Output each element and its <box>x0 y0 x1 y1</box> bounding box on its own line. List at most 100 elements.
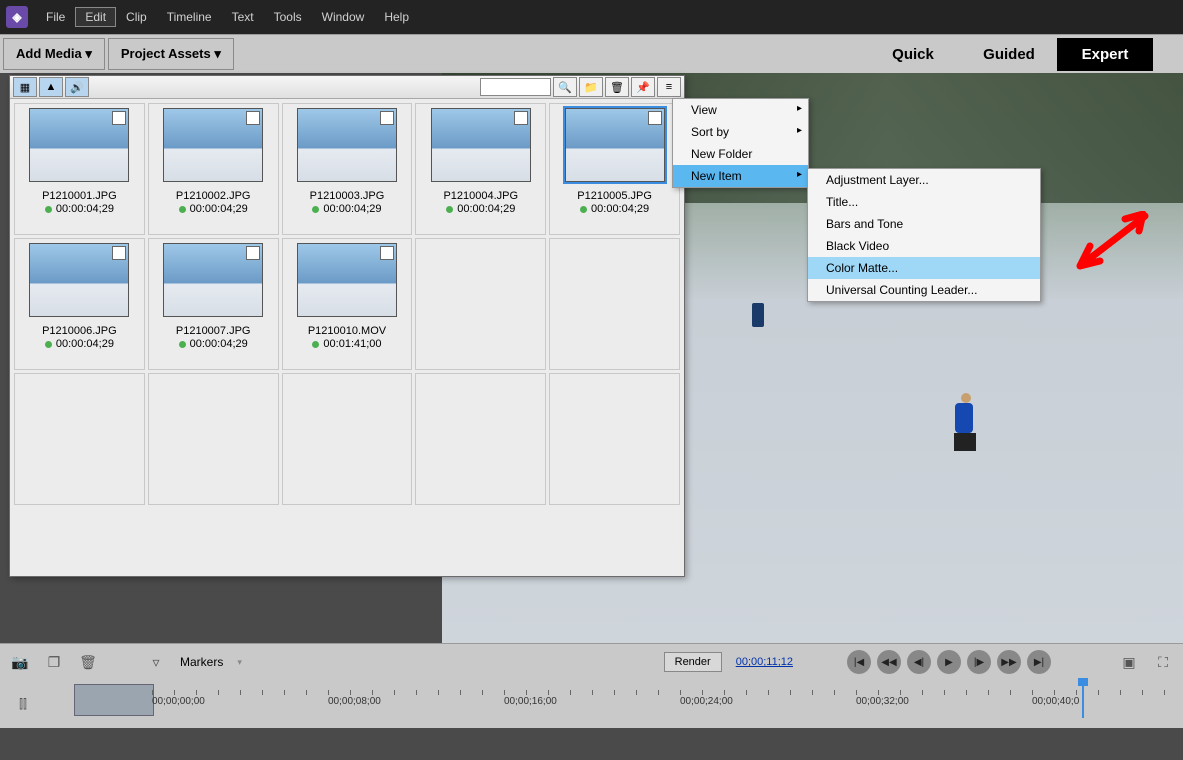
assets-toolbar: ▦ ▲ 🔊 🔍 📁 🗑 📌 ≡ <box>10 76 684 99</box>
filter-audio-icon[interactable]: 🔊 <box>65 77 89 97</box>
filter-video-icon[interactable]: ▦ <box>13 77 37 97</box>
timeline-ruler[interactable]: 00;00;00;0000;00;08;0000;00;16;0000;00;2… <box>152 680 1183 718</box>
goto-start-button[interactable]: |◀ <box>847 650 871 674</box>
ctx-bars-and-tone[interactable]: Bars and Tone <box>808 213 1040 235</box>
status-dot <box>45 206 52 213</box>
thumbnail[interactable] <box>297 108 397 182</box>
status-dot <box>179 206 186 213</box>
step-forward-button[interactable]: |▶ <box>967 650 991 674</box>
asset-item[interactable]: P1210007.JPG00:00:04;29 <box>148 238 279 370</box>
camera-icon[interactable]: 📷 <box>10 653 30 671</box>
thumbnail[interactable] <box>565 108 665 182</box>
ctx-black-video[interactable]: Black Video <box>808 235 1040 257</box>
preview-figure <box>752 303 764 327</box>
fullscreen-icon[interactable]: ⛶ <box>1153 653 1173 671</box>
ctx-sort-by[interactable]: Sort by <box>673 121 808 143</box>
step-back-button[interactable]: ◀| <box>907 650 931 674</box>
menu-window[interactable]: Window <box>312 7 375 27</box>
asset-empty <box>549 373 680 505</box>
timeline-clip[interactable] <box>74 684 154 716</box>
asset-name: P1210005.JPG <box>577 190 652 202</box>
asset-empty <box>549 238 680 370</box>
asset-duration: 00:00:04;29 <box>45 338 114 350</box>
markers-label[interactable]: Markers <box>180 655 223 669</box>
asset-name: P1210006.JPG <box>42 325 117 337</box>
tab-guided[interactable]: Guided <box>961 38 1057 71</box>
rewind-button[interactable]: ◀◀ <box>877 650 901 674</box>
asset-name: P1210002.JPG <box>176 190 251 202</box>
trash-icon[interactable]: 🗑 <box>78 653 98 671</box>
asset-item[interactable]: P1210005.JPG00:00:04;29 <box>549 103 680 235</box>
asset-item[interactable]: P1210001.JPG00:00:04;29 <box>14 103 145 235</box>
play-button[interactable]: ▶ <box>937 650 961 674</box>
context-menu: View Sort by New Folder New Item <box>672 98 809 188</box>
panel-menu-icon[interactable]: ≡ <box>657 77 681 97</box>
tab-quick[interactable]: Quick <box>865 38 961 71</box>
project-assets-button[interactable]: Project Assets ▾ <box>108 38 234 70</box>
menu-timeline[interactable]: Timeline <box>157 7 222 27</box>
tab-expert[interactable]: Expert <box>1057 38 1153 71</box>
annotation-arrow <box>1065 211 1155 281</box>
timeline-zoom-icon[interactable]: ⫿⫿ <box>10 693 36 715</box>
ruler-label: 00;00;32;00 <box>856 696 909 707</box>
playhead[interactable] <box>1082 680 1084 718</box>
menu-text[interactable]: Text <box>222 7 264 27</box>
menu-file[interactable]: File <box>36 7 75 27</box>
ctx-title[interactable]: Title... <box>808 191 1040 213</box>
status-dot <box>179 341 186 348</box>
assets-grid: P1210001.JPG00:00:04;29P1210002.JPG00:00… <box>10 99 684 577</box>
menu-tools[interactable]: Tools <box>264 7 312 27</box>
status-dot <box>45 341 52 348</box>
asset-duration: 00:00:04;29 <box>312 203 381 215</box>
ctx-adjustment-layer[interactable]: Adjustment Layer... <box>808 169 1040 191</box>
status-dot <box>312 206 319 213</box>
folder-icon[interactable]: 📁 <box>579 77 603 97</box>
asset-empty <box>415 238 546 370</box>
trash-icon[interactable]: 🗑 <box>605 77 629 97</box>
menu-help[interactable]: Help <box>374 7 419 27</box>
status-dot <box>580 206 587 213</box>
ruler-label: 00;00;08;00 <box>328 696 381 707</box>
asset-item[interactable]: P1210004.JPG00:00:04;29 <box>415 103 546 235</box>
status-dot <box>446 206 453 213</box>
ctx-universal-counting-leader[interactable]: Universal Counting Leader... <box>808 279 1040 301</box>
search-input[interactable] <box>480 78 551 96</box>
menu-edit[interactable]: Edit <box>75 7 116 27</box>
titlebar: ◈ File Edit Clip Timeline Text Tools Win… <box>0 0 1183 34</box>
thumbnail[interactable] <box>163 243 263 317</box>
timecode[interactable]: 00;00;11;12 <box>736 656 793 668</box>
pin-icon[interactable]: 📌 <box>631 77 655 97</box>
search-icon[interactable]: 🔍 <box>553 77 577 97</box>
thumbnail[interactable] <box>163 108 263 182</box>
menu-clip[interactable]: Clip <box>116 7 157 27</box>
fast-forward-button[interactable]: ▶▶ <box>997 650 1021 674</box>
thumbnail[interactable] <box>297 243 397 317</box>
goto-end-button[interactable]: ▶| <box>1027 650 1051 674</box>
asset-item[interactable]: P1210006.JPG00:00:04;29 <box>14 238 145 370</box>
project-assets-panel: ▦ ▲ 🔊 🔍 📁 🗑 📌 ≡ P1210001.JPG00:00:04;29P… <box>9 75 685 577</box>
status-dot <box>312 341 319 348</box>
ruler-label: 00;00;00;00 <box>152 696 205 707</box>
asset-empty <box>282 373 413 505</box>
asset-item[interactable]: P1210010.MOV00:01:41;00 <box>282 238 413 370</box>
thumbnail[interactable] <box>29 243 129 317</box>
ruler-label: 00;00;16;00 <box>504 696 557 707</box>
markers-icon[interactable]: ▿ <box>146 653 166 671</box>
render-button[interactable]: Render <box>664 652 722 672</box>
asset-item[interactable]: P1210002.JPG00:00:04;29 <box>148 103 279 235</box>
ctx-new-item[interactable]: New Item <box>673 165 808 187</box>
thumbnail[interactable] <box>29 108 129 182</box>
ctx-new-folder[interactable]: New Folder <box>673 143 808 165</box>
ctx-color-matte[interactable]: Color Matte... <box>808 257 1040 279</box>
asset-empty <box>415 373 546 505</box>
workspace-bar: Add Media ▾ Project Assets ▾ Quick Guide… <box>0 34 1183 73</box>
freeze-frame-icon[interactable]: ❐ <box>44 653 64 671</box>
timeline[interactable]: ⫿⫿ 00;00;00;00 00;00;08;00 00;00;16;00 00;0… <box>0 680 1183 728</box>
asset-name: P1210007.JPG <box>176 325 251 337</box>
add-media-button[interactable]: Add Media ▾ <box>3 38 105 70</box>
safe-margins-icon[interactable]: ▣ <box>1119 653 1139 671</box>
thumbnail[interactable] <box>431 108 531 182</box>
ctx-view[interactable]: View <box>673 99 808 121</box>
filter-image-icon[interactable]: ▲ <box>39 77 63 97</box>
asset-item[interactable]: P1210003.JPG00:00:04;29 <box>282 103 413 235</box>
